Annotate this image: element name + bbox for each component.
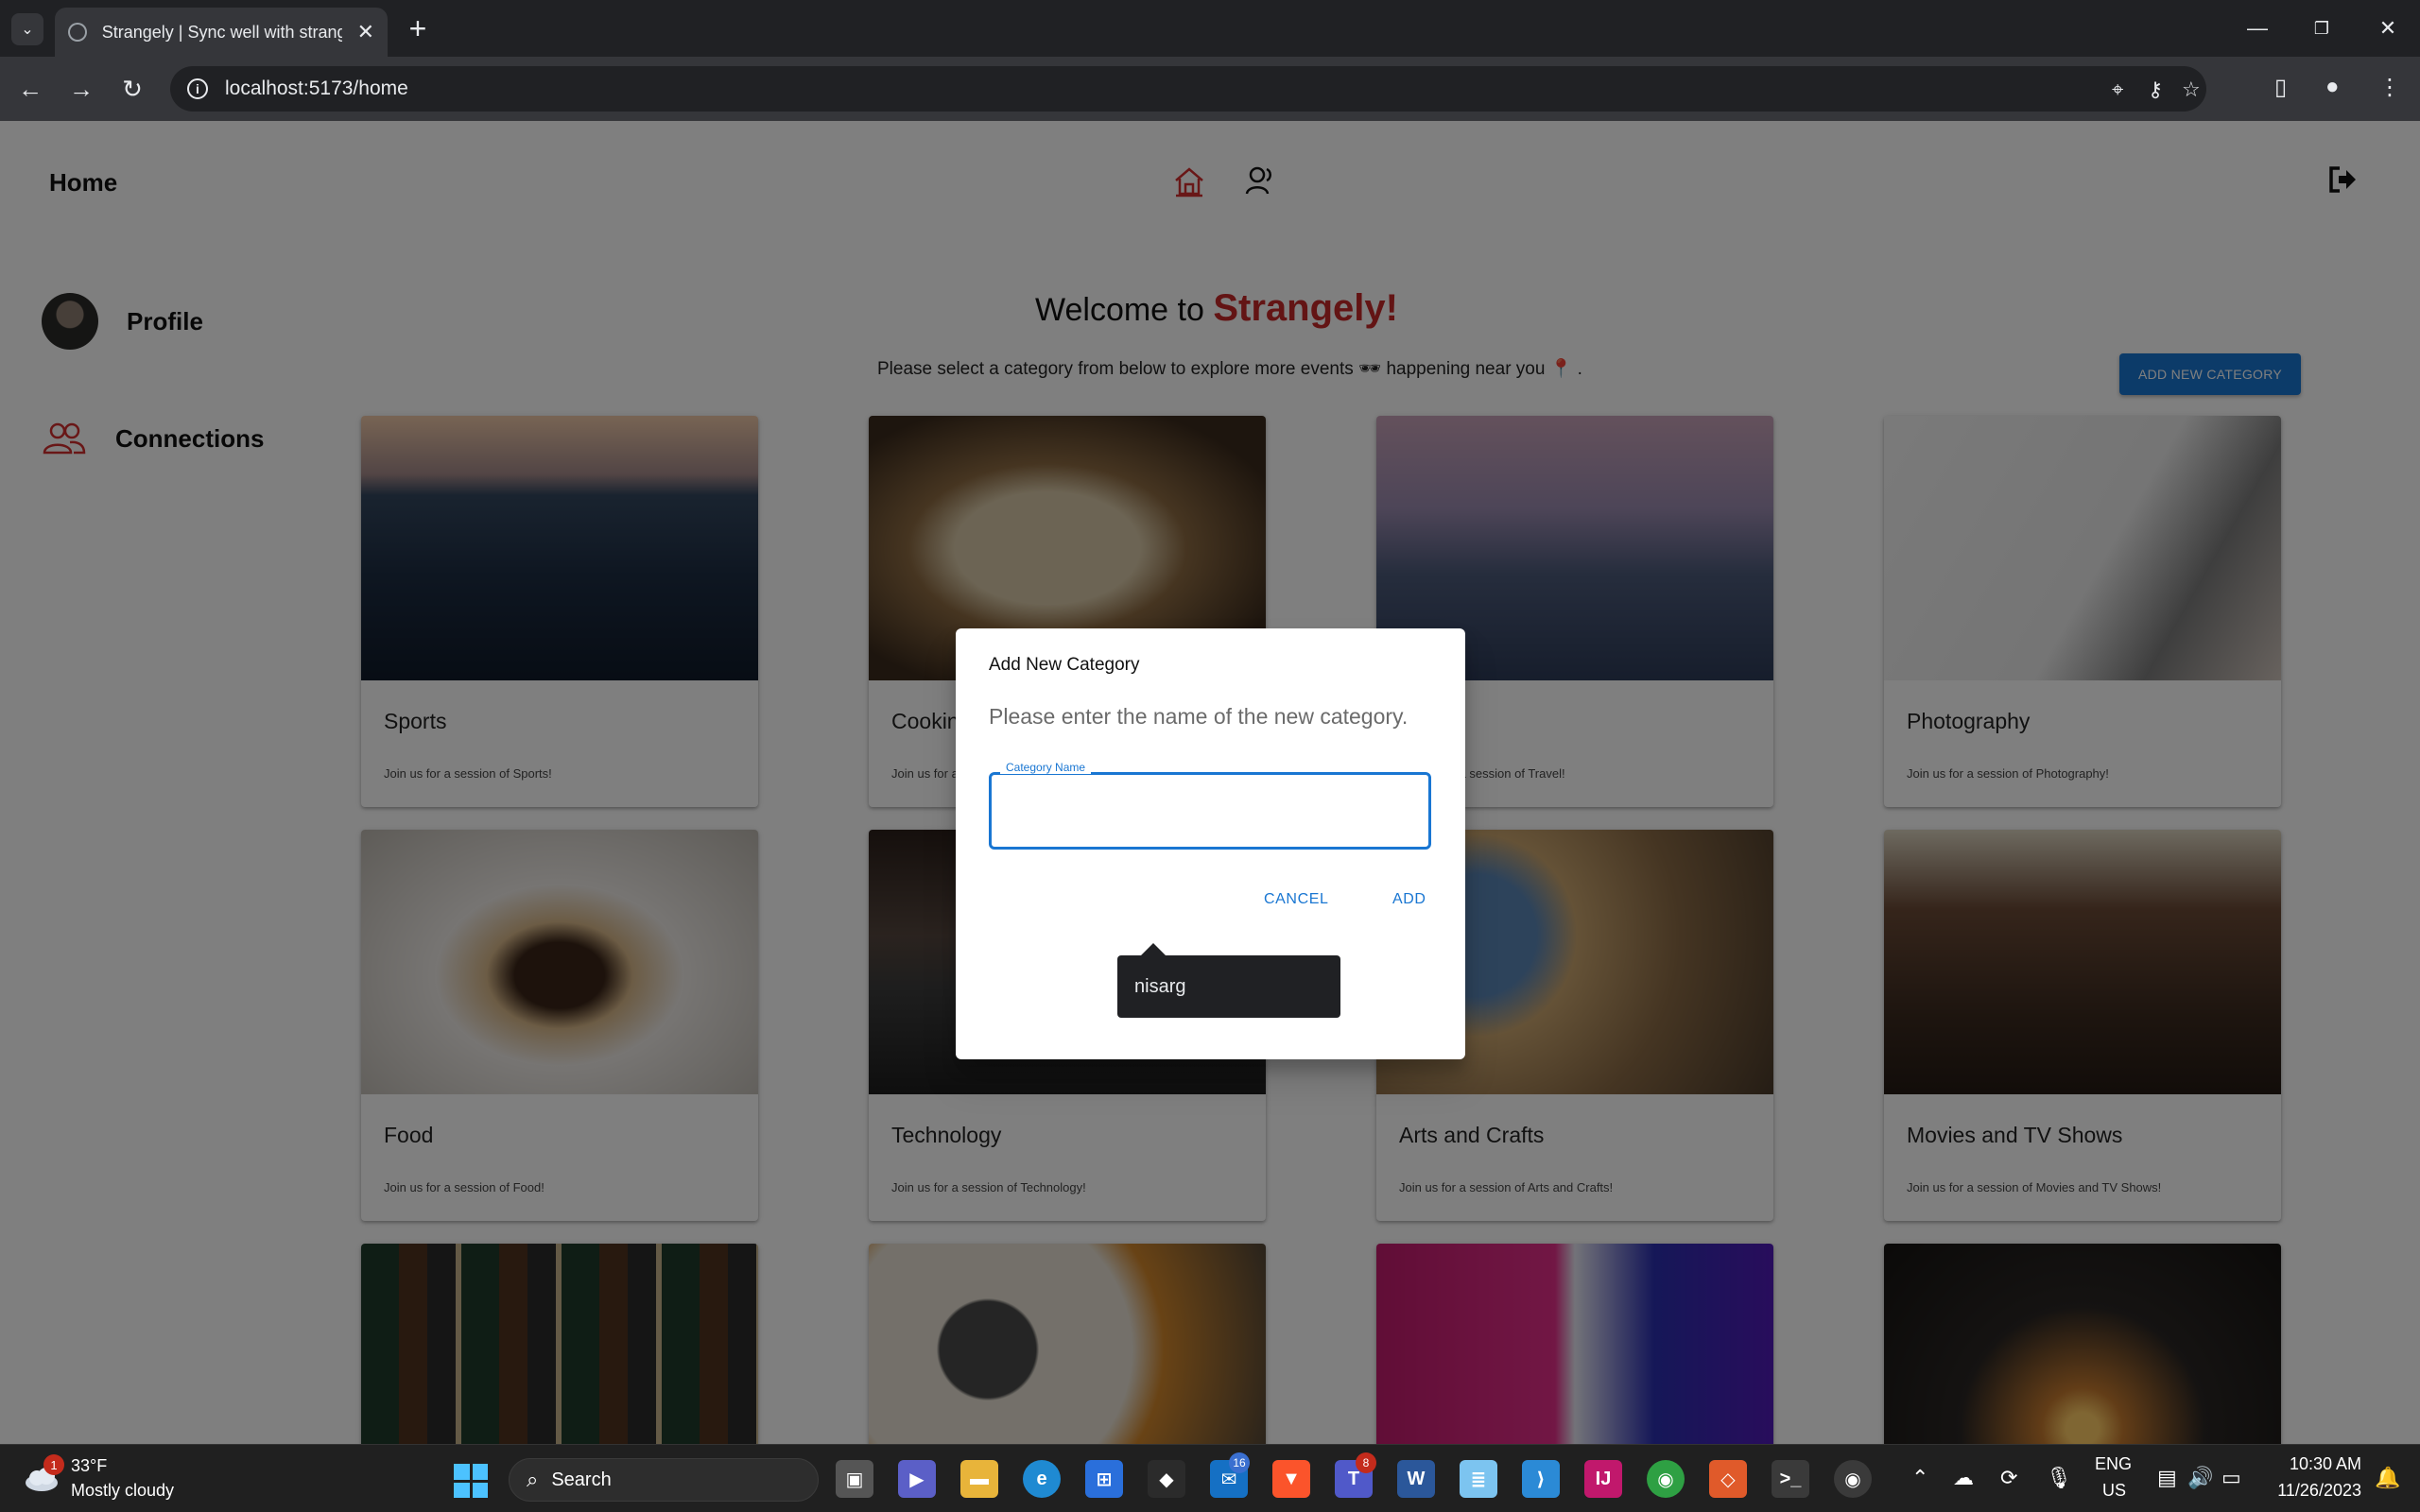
- menu-icon[interactable]: ⋮: [2378, 74, 2401, 101]
- tab-title: Strangely | Sync well with strangers: [101, 22, 342, 42]
- task-view-icon[interactable]: ▣: [836, 1460, 873, 1498]
- terminal-icon[interactable]: >_: [1772, 1460, 1809, 1498]
- taskbar-search[interactable]: ⌕ Search: [509, 1458, 819, 1502]
- vscode-icon[interactable]: ⟩: [1522, 1460, 1560, 1498]
- chat-icon[interactable]: ▶: [898, 1460, 936, 1498]
- url-text[interactable]: localhost:5173/home: [225, 77, 408, 100]
- network-icon[interactable]: ▤: [2157, 1466, 2177, 1490]
- mail-badge: 16: [1229, 1452, 1250, 1473]
- input-region[interactable]: US: [2102, 1481, 2126, 1501]
- close-window-button[interactable]: ✕: [2369, 11, 2407, 45]
- teams-badge: 8: [1356, 1452, 1376, 1473]
- chrome-active-icon[interactable]: ◉: [1834, 1460, 1872, 1498]
- tab-search-button[interactable]: ⌄: [11, 13, 43, 45]
- notification-bell-icon[interactable]: 🔔: [2375, 1466, 2400, 1490]
- restore-button[interactable]: ❐: [2303, 11, 2341, 45]
- forward-button[interactable]: →: [64, 72, 98, 106]
- onedrive-icon[interactable]: ☁: [1953, 1466, 1974, 1490]
- autocomplete-suggestion[interactable]: nisarg: [1117, 955, 1340, 1018]
- browser-toolbar: ← → ↻ i localhost:5173/home ⌖ ⚷ ☆ ▯ ● ⋮: [0, 57, 2420, 121]
- clock-time[interactable]: 10:30 AM: [2271, 1454, 2361, 1474]
- weather-badge: 1: [43, 1454, 64, 1475]
- input-language[interactable]: ENG: [2095, 1454, 2132, 1474]
- category-name-label: Category Name: [1000, 761, 1092, 774]
- reload-button[interactable]: ↻: [115, 72, 149, 106]
- cancel-button[interactable]: CANCEL: [1264, 891, 1329, 908]
- location-icon[interactable]: ⌖: [2112, 77, 2123, 102]
- category-name-input[interactable]: [989, 772, 1431, 850]
- taskbar: 1 33°F Mostly cloudy ⌕ Search ▣ ▶ ▬ e ⊞ …: [0, 1444, 2420, 1512]
- chrome-icon[interactable]: ◉: [1647, 1460, 1685, 1498]
- search-icon: ⌕: [527, 1468, 539, 1491]
- clock-date[interactable]: 11/26/2023: [2269, 1481, 2361, 1501]
- autocomplete-pointer: [1140, 943, 1167, 956]
- bookmark-star-icon[interactable]: ☆: [2182, 77, 2201, 102]
- battery-icon[interactable]: ▭: [2221, 1466, 2241, 1490]
- browser-tab-bar: ⌄ Strangely | Sync well with strangers ✕…: [0, 0, 2420, 57]
- notepad-icon[interactable]: ≣: [1460, 1460, 1497, 1498]
- new-tab-button[interactable]: +: [401, 11, 435, 45]
- back-button[interactable]: ←: [13, 72, 47, 106]
- browser-tab[interactable]: Strangely | Sync well with strangers ✕: [55, 8, 388, 57]
- weather-description[interactable]: Mostly cloudy: [71, 1481, 174, 1501]
- sync-icon[interactable]: ⟳: [2000, 1466, 2017, 1490]
- git-icon[interactable]: ◇: [1709, 1460, 1747, 1498]
- mic-muted-icon[interactable]: 🎙: [2046, 1466, 2072, 1490]
- edge-icon[interactable]: e: [1023, 1460, 1061, 1498]
- key-icon[interactable]: ⚷: [2148, 77, 2163, 102]
- dialog-text: Please enter the name of the new categor…: [989, 704, 1409, 729]
- intellij-icon[interactable]: IJ: [1584, 1460, 1622, 1498]
- dialog-title: Add New Category: [989, 655, 1140, 675]
- search-label: Search: [551, 1469, 612, 1490]
- volume-icon[interactable]: 🔊: [2187, 1466, 2213, 1490]
- close-tab-icon[interactable]: ✕: [357, 20, 374, 44]
- brave-icon[interactable]: ▼: [1272, 1460, 1310, 1498]
- alienware-icon[interactable]: ◆: [1148, 1460, 1185, 1498]
- profile-icon[interactable]: ●: [2325, 74, 2340, 100]
- web-page: Home Profile Connections Welcome to Stra…: [0, 121, 2420, 1444]
- add-button[interactable]: ADD: [1392, 891, 1426, 908]
- store-icon[interactable]: ⊞: [1085, 1460, 1123, 1498]
- windows-start-icon[interactable]: [454, 1464, 488, 1498]
- globe-icon: [68, 23, 87, 42]
- site-info-icon[interactable]: i: [187, 78, 208, 99]
- minimize-button[interactable]: —: [2238, 11, 2276, 45]
- address-bar[interactable]: i localhost:5173/home ⌖ ⚷ ☆: [170, 66, 2206, 112]
- weather-temperature[interactable]: 33°F: [71, 1456, 107, 1476]
- show-hidden-icons[interactable]: ⌃: [1911, 1466, 1928, 1490]
- word-icon[interactable]: W: [1397, 1460, 1435, 1498]
- file-explorer-icon[interactable]: ▬: [960, 1460, 998, 1498]
- side-panel-icon[interactable]: ▯: [2274, 74, 2287, 101]
